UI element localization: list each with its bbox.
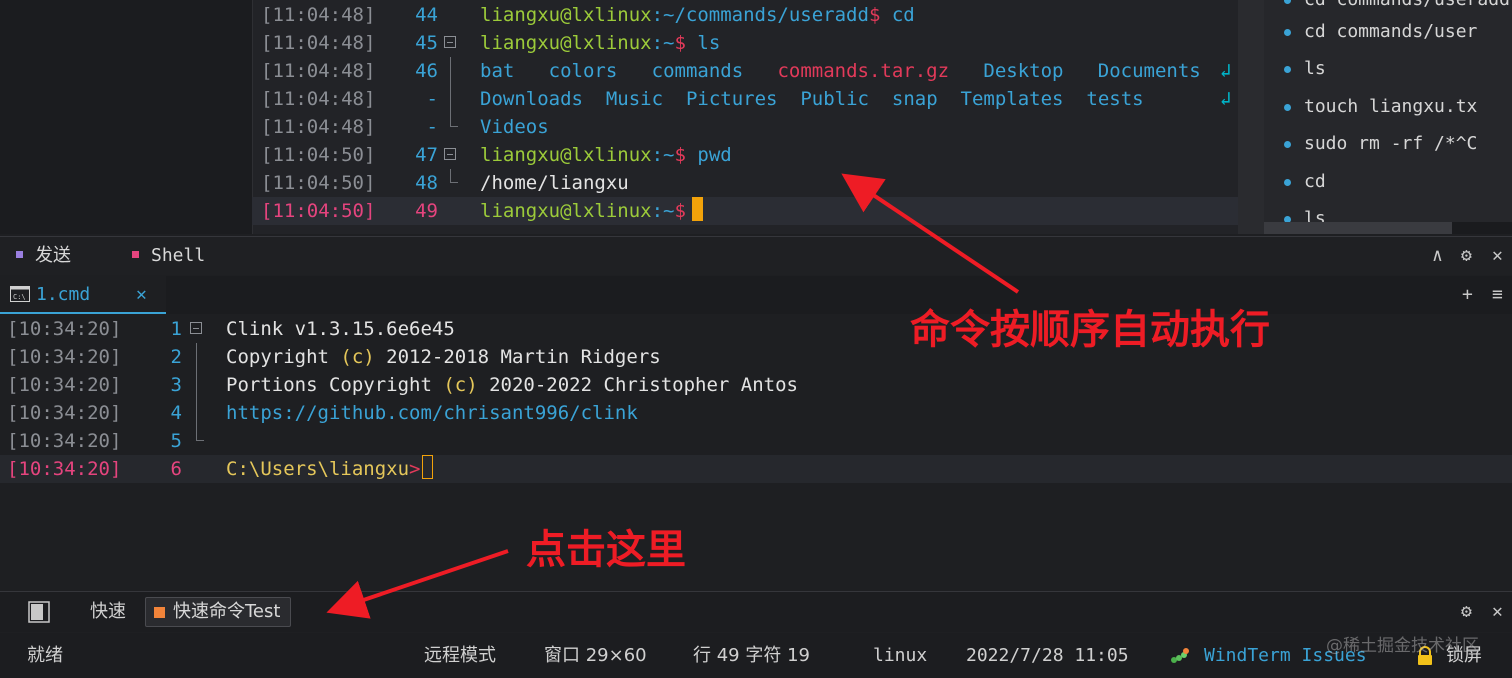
annotation-auto-execute: 命令按顺序自动执行 <box>910 307 1270 353</box>
annotation-arrows <box>326 173 1020 619</box>
arrow-to-quick-command <box>326 549 509 619</box>
arrow-to-pwd <box>841 173 1020 294</box>
annotation-click-here: 点击这里 <box>526 527 686 573</box>
